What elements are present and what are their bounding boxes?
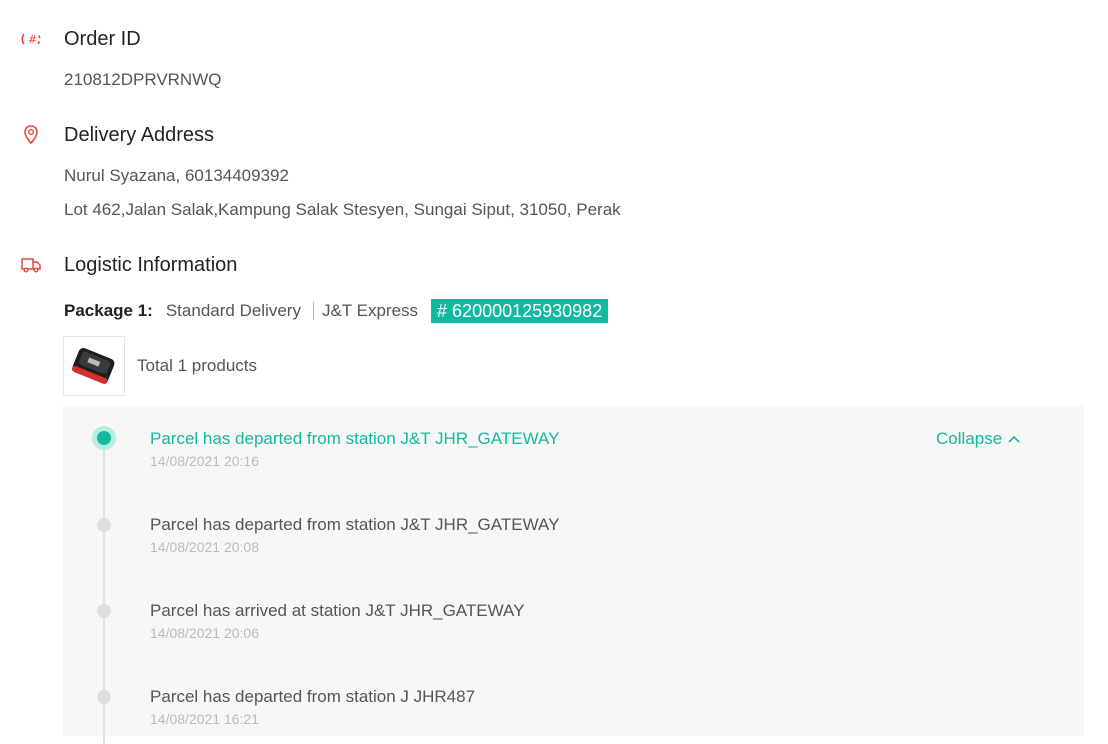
courier-name: J&T Express	[321, 301, 419, 320]
address-line: Lot 462,Jalan Salak,Kampung Salak Stesye…	[64, 200, 621, 219]
timeline-event-title: Parcel has departed from station J&T JHR…	[150, 515, 560, 534]
package-label: Package 1:	[64, 301, 153, 320]
tracking-timeline: Parcel has departed from station J&T JHR…	[63, 406, 1084, 744]
timeline-event-time: 14/08/2021 20:16	[150, 453, 259, 469]
timeline-dot-active	[92, 426, 116, 450]
delivery-address-title: Delivery Address	[64, 124, 215, 146]
order-id-title: Order ID	[64, 28, 141, 50]
timeline-event-title: Parcel has arrived at station J&T JHR_GA…	[150, 601, 525, 620]
timeline-event-time: 14/08/2021 20:06	[150, 625, 259, 641]
delivery-type: Standard Delivery	[165, 301, 301, 320]
timeline-dot	[97, 690, 111, 704]
divider	[312, 302, 314, 320]
svg-text:#: #	[28, 33, 37, 46]
hash-icon: #	[20, 28, 42, 50]
total-products: Total 1 products	[137, 356, 258, 375]
tracking-number-badge[interactable]: # 620000125930982	[431, 299, 609, 323]
address-name-phone: Nurul Syazana, 60134409392	[64, 166, 289, 185]
power-bank-image	[71, 348, 115, 384]
order-id-value: 210812DPRVRNWQ	[64, 70, 222, 89]
timeline-event-time: 14/08/2021 20:08	[150, 539, 259, 555]
timeline-dot	[97, 518, 111, 532]
package-row: Package 1: Standard Delivery J&T Express…	[64, 299, 609, 323]
collapse-button[interactable]: Collapse	[936, 429, 1020, 449]
timeline-dot	[97, 604, 111, 618]
collapse-label: Collapse	[936, 429, 1003, 448]
truck-icon	[20, 254, 42, 276]
timeline-event-title: Parcel has departed from station J&T JHR…	[150, 429, 560, 448]
chevron-up-icon	[1008, 435, 1020, 443]
location-pin-icon	[20, 124, 42, 146]
product-thumbnail[interactable]	[63, 336, 125, 396]
timeline-event-time: 14/08/2021 16:21	[150, 711, 259, 727]
logistic-info-title: Logistic Information	[64, 254, 238, 276]
timeline-event-title: Parcel has departed from station J JHR48…	[150, 687, 476, 706]
